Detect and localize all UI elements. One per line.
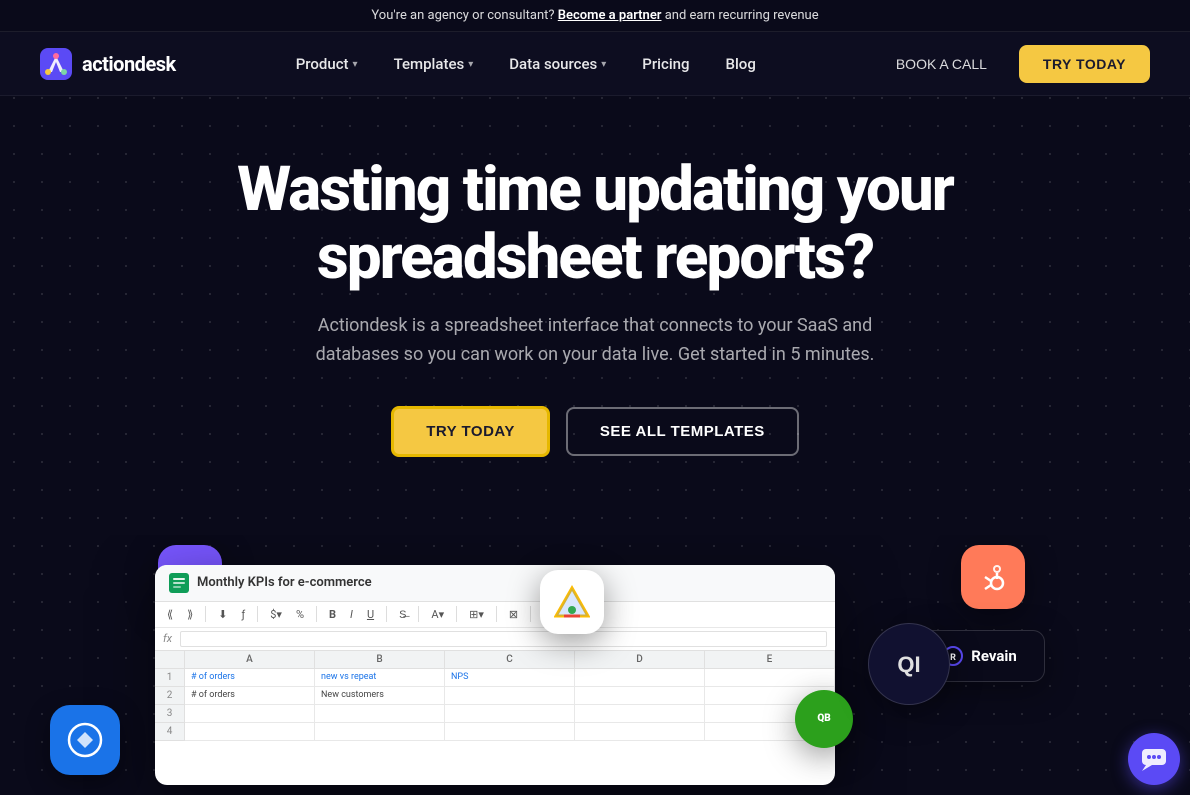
toolbar-underline[interactable]: U [363,606,378,623]
toolbar-divider-8 [530,606,531,622]
cell-d4[interactable] [575,723,705,741]
sheet-grid: A B C D E 1 # of orders new vs repeat NP… [155,651,835,741]
see-templates-button[interactable]: SEE ALL TEMPLATES [566,407,799,456]
hero-section: Wasting time updating your spreadsheet r… [0,96,1190,535]
sheet-header: Monthly KPIs for e-commerce [155,565,835,602]
toolbar-nav-next[interactable]: ⟫ [183,606,197,623]
chevron-down-icon: ▾ [353,59,358,70]
toolbar-divider-3 [316,606,317,622]
cell-a3[interactable] [185,705,315,723]
chat-icon [1140,745,1168,773]
sheet-icon [169,573,189,593]
nav-item-product[interactable]: Product ▾ [280,47,374,81]
hero-headline: Wasting time updating your spreadsheet r… [195,156,995,292]
qi-logo-icon: QI [885,640,933,688]
chevron-down-icon: ▾ [601,59,606,70]
col-header-a[interactable]: A [185,651,315,669]
cell-b1[interactable]: new vs repeat [315,669,445,687]
chat-bubble-button[interactable] [1128,733,1180,785]
nav-links: Product ▾ Templates ▾ Data sources ▾ Pri… [280,47,772,81]
toolbar-merge[interactable]: ⊠ [505,606,522,623]
cell-c2[interactable] [445,687,575,705]
svg-text:R: R [950,653,956,663]
col-header-d[interactable]: D [575,651,705,669]
sheet-title: Monthly KPIs for e-commerce [197,575,372,590]
toolbar-strikethrough[interactable]: S̶ [395,606,410,623]
logo-icon [40,48,72,80]
nav-item-datasources[interactable]: Data sources ▾ [493,47,622,81]
svg-text:QI: QI [897,652,920,677]
toolbar-divider [205,606,206,622]
cell-c4[interactable] [445,723,575,741]
row-num-3: 3 [155,705,185,723]
col-header-c[interactable]: C [445,651,575,669]
toolbar-download[interactable]: ⬇ [214,606,231,623]
hubspot-icon [961,545,1025,609]
banner-text-before: You're an agency or consultant? [371,8,554,23]
logo-text: actiondesk [82,52,176,76]
logo[interactable]: actiondesk [40,48,176,80]
toolbar-divider-2 [257,606,258,622]
google-ads-icon [540,570,604,634]
toolbar-divider-6 [456,606,457,622]
nav-item-templates[interactable]: Templates ▾ [378,47,490,81]
announcement-banner: You're an agency or consultant? Become a… [0,0,1190,32]
spreadsheet-preview: Monthly KPIs for e-commerce ⟪ ⟫ ⬇ ƒ $▾ %… [155,565,835,785]
hero-cta-group: TRY TODAY SEE ALL TEMPLATES [40,406,1150,457]
toolbar-border[interactable]: ⊞▾ [465,606,488,623]
try-today-nav-button[interactable]: TRY TODAY [1019,45,1150,83]
nav-item-blog[interactable]: Blog [710,47,772,81]
revain-label: Revain [971,647,1017,665]
toolbar-divider-7 [496,606,497,622]
cell-d1[interactable] [575,669,705,687]
hero-subtext: Actiondesk is a spreadsheet interface th… [315,312,875,370]
partner-link[interactable]: Become a partner [558,8,662,23]
grid-corner [155,651,185,669]
cell-a1[interactable]: # of orders [185,669,315,687]
col-header-b[interactable]: B [315,651,445,669]
toolbar-color[interactable]: A▾ [427,606,448,623]
toolbar-dollar[interactable]: $▾ [266,606,286,623]
cell-e1[interactable] [705,669,835,687]
toolbar-divider-4 [386,606,387,622]
sheet-toolbar: ⟪ ⟫ ⬇ ƒ $▾ % B I U S̶ A▾ ⊞▾ ⊠ ≡▾ ↵▾ [155,602,835,628]
row-num-2: 2 [155,687,185,705]
formula-input[interactable] [180,631,827,647]
main-nav: actiondesk Product ▾ Templates ▾ Data so… [0,32,1190,96]
toolbar-divider-5 [418,606,419,622]
cell-b2[interactable]: New customers [315,687,445,705]
row-num-1: 1 [155,669,185,687]
nav-item-pricing[interactable]: Pricing [626,47,705,81]
toolbar-formula[interactable]: ƒ [237,606,249,623]
preview-area: Monthly KPIs for e-commerce ⟪ ⟫ ⬇ ƒ $▾ %… [0,535,1190,795]
qi-icon: QI [868,623,950,705]
bottom-left-integration-icon [50,705,120,775]
cell-b4[interactable] [315,723,445,741]
row-num-4: 4 [155,723,185,741]
book-call-button[interactable]: BOOK A CALL [876,47,1007,81]
cell-c1[interactable]: NPS [445,669,575,687]
quickbooks-icon: QB [795,690,853,748]
cell-c3[interactable] [445,705,575,723]
formula-bar-label: fx [163,632,172,645]
cell-b3[interactable] [315,705,445,723]
cell-d2[interactable] [575,687,705,705]
col-header-e[interactable]: E [705,651,835,669]
cell-a2[interactable]: # of orders [185,687,315,705]
toolbar-italic[interactable]: I [346,606,357,623]
chevron-down-icon: ▾ [468,59,473,70]
banner-text-after: and earn recurring revenue [665,8,819,23]
toolbar-percent[interactable]: % [292,606,308,623]
try-today-hero-button[interactable]: TRY TODAY [391,406,550,457]
toolbar-bold[interactable]: B [325,606,340,623]
cell-d3[interactable] [575,705,705,723]
nav-actions: BOOK A CALL TRY TODAY [876,45,1150,83]
cell-a4[interactable] [185,723,315,741]
toolbar-nav-prev[interactable]: ⟪ [163,606,177,623]
